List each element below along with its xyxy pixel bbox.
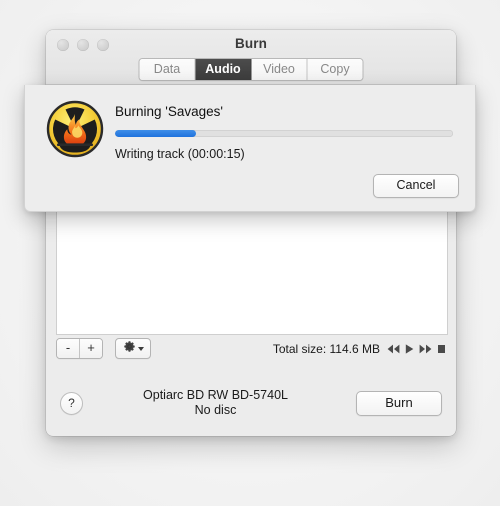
rewind-icon[interactable] [387, 344, 400, 354]
action-menu-button[interactable] [115, 338, 151, 359]
burn-progress-fill [115, 130, 197, 137]
play-icon[interactable] [405, 343, 414, 354]
list-toolbar: - + Total size: 114.6 MB [56, 335, 446, 362]
burn-button[interactable]: Burn [356, 390, 442, 416]
add-track-button[interactable]: + [80, 339, 102, 358]
mode-tab-bar[interactable]: Data Audio Video Copy [138, 58, 364, 81]
window-titlebar: Burn Data Audio Video Copy [46, 30, 456, 85]
cancel-button[interactable]: Cancel [373, 174, 459, 198]
tab-copy[interactable]: Copy [307, 59, 363, 80]
burn-flame-icon [46, 100, 104, 158]
burn-progress-bar [115, 130, 453, 137]
tab-audio[interactable]: Audio [195, 59, 252, 80]
total-size-label: Total size: 114.6 MB [272, 341, 380, 356]
window-footer: ? Optiarc BD RW BD-5740L No disc Burn [46, 370, 456, 436]
disc-status: No disc [194, 403, 237, 417]
chevron-down-icon [137, 346, 144, 351]
toolbar-right-group: Total size: 114.6 MB [273, 342, 446, 356]
burn-progress-sheet: Burning 'Savages' Writing track (00:00:1… [24, 85, 476, 212]
tab-video[interactable]: Video [251, 59, 308, 80]
tab-data[interactable]: Data [139, 59, 196, 80]
remove-track-button[interactable]: - [57, 339, 80, 358]
fast-forward-icon[interactable] [419, 344, 432, 354]
add-remove-group: - + [56, 338, 103, 359]
burn-status-label: Writing track (00:00:15) [115, 147, 245, 161]
gear-icon [123, 340, 136, 358]
device-status: Optiarc BD RW BD-5740L No disc [75, 388, 356, 418]
device-name: Optiarc BD RW BD-5740L [143, 388, 288, 402]
stop-icon[interactable] [437, 344, 446, 354]
playback-controls[interactable] [387, 343, 446, 354]
window-title: Burn [235, 36, 267, 51]
sheet-title: Burning 'Savages' [115, 104, 223, 119]
